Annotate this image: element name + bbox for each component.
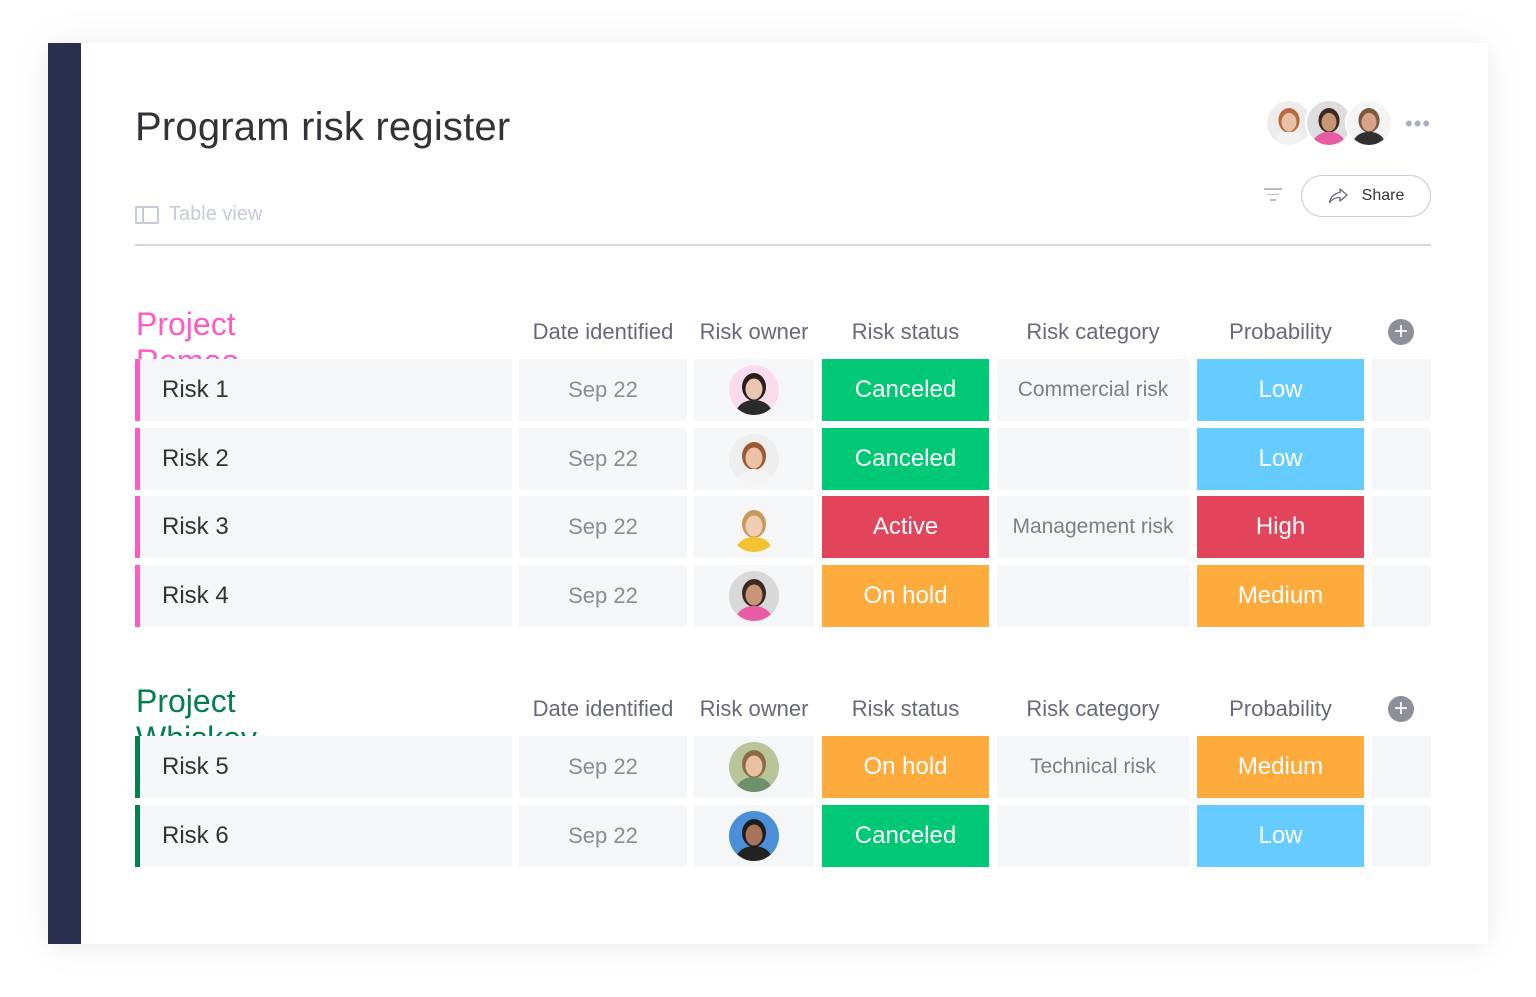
owner-cell[interactable] <box>694 564 814 627</box>
probability-badge[interactable]: Low <box>1197 804 1364 867</box>
item-name-cell[interactable]: Risk 4 <box>135 564 512 627</box>
group-color-bar <box>135 359 140 421</box>
item-name: Risk 3 <box>162 513 229 540</box>
item-name-cell[interactable]: Risk 5 <box>135 736 512 798</box>
item-name-cell[interactable]: Risk 1 <box>135 359 512 421</box>
add-column-icon[interactable]: + <box>1388 696 1414 722</box>
header-divider <box>135 244 1431 246</box>
column-header[interactable]: Probability <box>1197 319 1364 345</box>
column-header[interactable]: Date identified <box>519 319 687 345</box>
item-name: Risk 6 <box>162 821 229 849</box>
date-cell[interactable]: Sep 22 <box>519 564 687 627</box>
empty-cell[interactable] <box>1372 736 1431 798</box>
column-header[interactable]: Risk owner <box>694 696 814 722</box>
probability-badge[interactable]: Medium <box>1197 564 1364 627</box>
probability-badge[interactable]: High <box>1197 496 1364 558</box>
item-name: Risk 2 <box>162 444 229 472</box>
empty-cell[interactable] <box>1372 496 1431 558</box>
board-members[interactable] <box>1265 99 1393 147</box>
date-cell[interactable]: Sep 22 <box>519 359 687 421</box>
item-name: Risk 1 <box>162 376 229 403</box>
group-color-bar <box>135 427 140 490</box>
empty-cell[interactable] <box>1372 427 1431 490</box>
column-header[interactable]: Risk owner <box>694 319 814 345</box>
item-name-cell[interactable]: Risk 2 <box>135 427 512 490</box>
category-cell[interactable] <box>997 804 1189 867</box>
owner-cell[interactable] <box>694 804 814 867</box>
date-cell[interactable]: Sep 22 <box>519 804 687 867</box>
empty-cell[interactable] <box>1372 564 1431 627</box>
owner-cell[interactable] <box>694 736 814 798</box>
table-row[interactable]: Risk 5 Sep 22 On hold Technical risk Medium <box>135 736 1431 798</box>
table-row[interactable]: Risk 6 Sep 22 Canceled Low <box>135 804 1431 867</box>
item-name-cell[interactable]: Risk 3 <box>135 496 512 558</box>
column-header[interactable]: Risk status <box>822 319 989 345</box>
status-badge[interactable]: Canceled <box>822 427 989 490</box>
table-row[interactable]: Risk 3 Sep 22 Active Management risk High <box>135 496 1431 558</box>
owner-cell[interactable] <box>694 427 814 490</box>
category-cell[interactable]: Commercial risk <box>997 359 1189 421</box>
column-header[interactable]: Risk category <box>997 319 1189 345</box>
owner-avatar <box>729 742 779 792</box>
table-row[interactable]: Risk 4 Sep 22 On hold Medium <box>135 564 1431 627</box>
owner-avatar <box>729 433 779 484</box>
category-cell[interactable] <box>997 564 1189 627</box>
column-header[interactable]: Probability <box>1197 696 1364 722</box>
empty-cell[interactable] <box>1372 359 1431 421</box>
status-badge[interactable]: Active <box>822 496 989 558</box>
board-card: Program risk register ••• Table view Sha… <box>48 43 1488 944</box>
item-name: Risk 4 <box>162 581 229 609</box>
share-arrow-icon <box>1328 188 1348 204</box>
filter-icon[interactable] <box>1264 188 1282 202</box>
status-badge[interactable]: On hold <box>822 736 989 798</box>
status-badge[interactable]: On hold <box>822 564 989 627</box>
probability-badge[interactable]: Medium <box>1197 736 1364 798</box>
owner-avatar <box>729 502 779 552</box>
tab-label: Table view <box>169 203 263 225</box>
date-cell[interactable]: Sep 22 <box>519 736 687 798</box>
table-icon <box>135 205 159 224</box>
member-avatar[interactable] <box>1345 99 1393 147</box>
left-sidebar <box>48 43 81 944</box>
category-cell[interactable]: Technical risk <box>997 736 1189 798</box>
group-color-bar <box>135 804 140 867</box>
group-color-bar <box>135 736 140 798</box>
share-label: Share <box>1361 187 1405 204</box>
status-badge[interactable]: Canceled <box>822 804 989 867</box>
category-cell[interactable]: Management risk <box>997 496 1189 558</box>
table-row[interactable]: Risk 2 Sep 22 Canceled Low <box>135 427 1431 490</box>
empty-cell[interactable] <box>1372 804 1431 867</box>
column-header[interactable]: Risk category <box>997 696 1189 722</box>
item-name: Risk 5 <box>162 753 229 780</box>
owner-avatar <box>729 570 779 621</box>
column-header[interactable]: Date identified <box>519 696 687 722</box>
more-options-icon[interactable]: ••• <box>1405 111 1431 137</box>
probability-badge[interactable]: Low <box>1197 359 1364 421</box>
share-button[interactable]: Share <box>1301 175 1431 217</box>
probability-badge[interactable]: Low <box>1197 427 1364 490</box>
date-cell[interactable]: Sep 22 <box>519 427 687 490</box>
owner-avatar <box>729 810 779 861</box>
owner-avatar <box>729 365 779 415</box>
item-name-cell[interactable]: Risk 6 <box>135 804 512 867</box>
group-color-bar <box>135 564 140 627</box>
tab-table-view[interactable]: Table view <box>135 203 262 226</box>
table-row[interactable]: Risk 1 Sep 22 Canceled Commercial risk Low <box>135 359 1431 421</box>
owner-cell[interactable] <box>694 496 814 558</box>
column-header[interactable]: Risk status <box>822 696 989 722</box>
board-title: Program risk register <box>135 105 511 149</box>
date-cell[interactable]: Sep 22 <box>519 496 687 558</box>
group-color-bar <box>135 496 140 558</box>
owner-cell[interactable] <box>694 359 814 421</box>
status-badge[interactable]: Canceled <box>822 359 989 421</box>
add-column-icon[interactable]: + <box>1388 319 1414 345</box>
category-cell[interactable] <box>997 427 1189 490</box>
